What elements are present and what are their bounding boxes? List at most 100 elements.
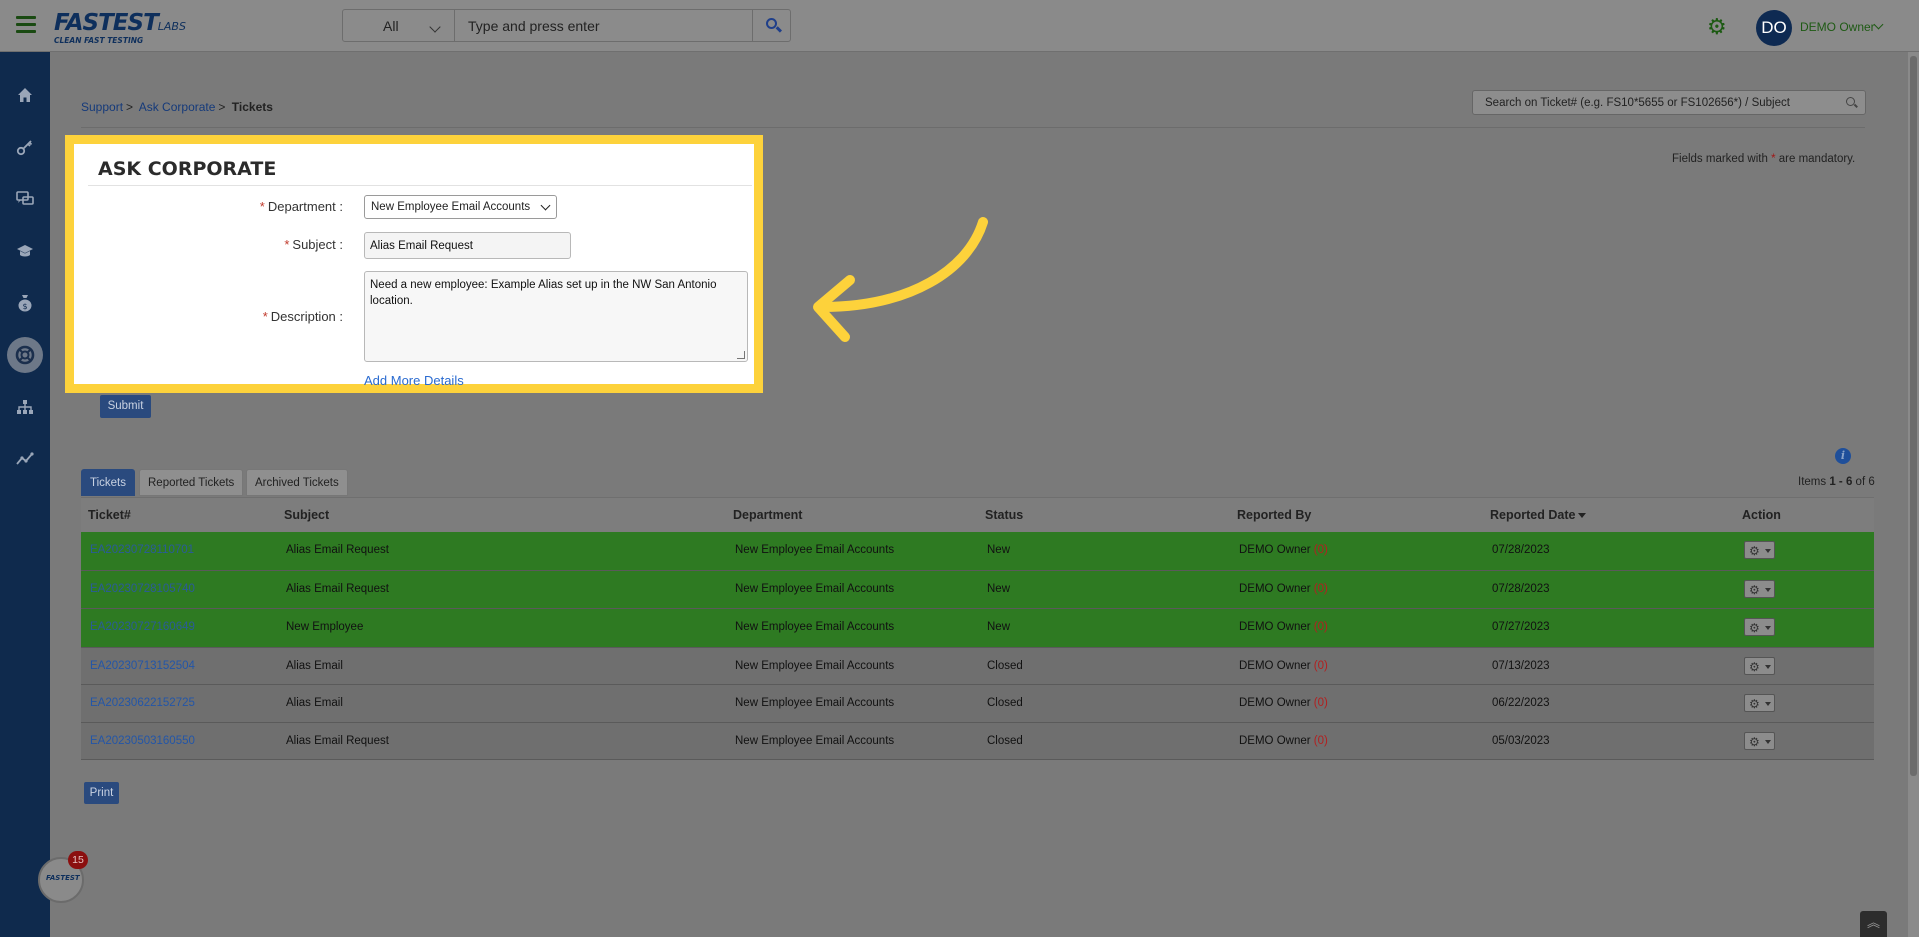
caret-down-icon <box>1765 549 1771 553</box>
col-status[interactable]: Status <box>985 508 1023 522</box>
print-button[interactable]: Print <box>84 782 119 804</box>
tab-archived-tickets[interactable]: Archived Tickets <box>246 469 348 496</box>
logo-tagline: CLEAN FAST TESTING <box>54 36 144 45</box>
tab-tickets[interactable]: Tickets <box>81 469 135 496</box>
ticket-link[interactable]: EA20230728110701 <box>90 544 194 556</box>
back-to-top-icon[interactable]: ︽ <box>1860 911 1887 937</box>
chat-icon[interactable] <box>9 183 41 215</box>
sort-desc-icon <box>1578 513 1587 519</box>
description-label: * Description : <box>262 309 343 324</box>
gear-icon: ⚙ <box>1749 544 1760 558</box>
ticket-date: 05/03/2023 <box>1492 734 1550 747</box>
chevron-down-icon[interactable] <box>1873 19 1884 30</box>
avatar[interactable]: DO <box>1756 10 1792 46</box>
graduation-cap-icon[interactable] <box>9 235 41 267</box>
department-select[interactable]: New Employee Email Accounts <box>364 195 557 219</box>
ticket-department: New Employee Email Accounts <box>735 621 895 633</box>
row-action-gear-button[interactable]: ⚙ <box>1744 541 1775 559</box>
ticket-department: New Employee Email Accounts <box>735 544 895 556</box>
search-input[interactable] <box>455 10 755 41</box>
ticket-status: Closed <box>987 734 1023 747</box>
top-bar: FASTESTLABS CLEAN FAST TESTING All ⚙ DO … <box>0 0 1919 52</box>
search-button[interactable] <box>752 10 790 41</box>
search-scope-select[interactable]: All <box>343 10 455 41</box>
table-row: EA20230727160649 New Employee New Employee… <box>81 609 1874 648</box>
ticket-reported-by: DEMO Owner (0) <box>1239 582 1328 595</box>
breadcrumb-support[interactable]: Support <box>81 100 123 114</box>
caret-down-icon <box>1765 626 1771 630</box>
ticket-department: New Employee Email Accounts <box>735 697 895 709</box>
row-action-gear-button[interactable]: ⚙ <box>1744 656 1775 675</box>
table-row: EA20230728110701 Alias Email Request New E… <box>81 532 1874 571</box>
ticket-subject: Alias Email <box>286 659 343 672</box>
gear-icon: ⚙ <box>1749 697 1760 711</box>
row-action-gear-button[interactable]: ⚙ <box>1744 694 1775 712</box>
org-chart-icon[interactable] <box>9 391 41 423</box>
gear-icon: ⚙ <box>1749 621 1760 635</box>
ticket-reported-by: DEMO Owner (0) <box>1239 544 1328 556</box>
divider <box>81 127 1865 128</box>
ticket-status: Closed <box>987 659 1023 672</box>
home-icon[interactable] <box>9 79 41 111</box>
description-textarea[interactable]: Need a new employee: Example Alias set u… <box>364 271 748 362</box>
ticket-link[interactable]: EA20230622152725 <box>90 697 195 709</box>
chevron-down-icon <box>429 21 441 33</box>
col-department[interactable]: Department <box>733 508 802 522</box>
tab-reported-tickets[interactable]: Reported Tickets <box>139 469 244 496</box>
chat-logo-icon: FASTEST <box>46 874 80 882</box>
settings-gear-icon[interactable]: ⚙ <box>1707 17 1729 39</box>
chevron-down-icon <box>540 200 551 211</box>
form-title: ASK CORPORATE <box>98 158 277 180</box>
breadcrumb: Support > Ask Corporate > Tickets <box>81 100 273 114</box>
ask-corporate-form: ASK CORPORATE * Department : New Employee… <box>65 135 763 393</box>
support-lifebuoy-icon[interactable] <box>7 337 43 373</box>
add-more-details-link[interactable]: Add More Details <box>364 373 464 388</box>
ticket-subject: New Employee <box>286 621 364 633</box>
ticket-subject: Alias Email <box>286 697 343 709</box>
col-reported-date[interactable]: Reported Date <box>1490 508 1587 522</box>
mandatory-note: Fields marked with * are mandatory. <box>1672 153 1856 165</box>
ticket-reported-by: DEMO Owner (0) <box>1239 697 1328 709</box>
global-search: All <box>342 9 791 42</box>
row-action-gear-button[interactable]: ⚙ <box>1744 579 1775 598</box>
table-row: EA20230622152725 Alias Email New Employee … <box>81 685 1874 723</box>
user-menu-name[interactable]: DEMO Owner <box>1800 20 1875 34</box>
col-ticket[interactable]: Ticket# <box>88 508 131 522</box>
ticket-link[interactable]: EA20230503160550 <box>90 735 195 747</box>
col-reported-by[interactable]: Reported By <box>1237 508 1311 522</box>
ticket-date: 06/22/2023 <box>1492 697 1550 709</box>
items-count: Items 1 - 6 of 6 <box>1798 476 1875 488</box>
ticket-status: New <box>987 582 1011 595</box>
row-action-gear-button[interactable]: ⚙ <box>1744 618 1775 636</box>
logo-word: FASTEST <box>54 10 159 36</box>
col-subject[interactable]: Subject <box>284 508 329 522</box>
analytics-icon[interactable] <box>9 443 41 475</box>
ticket-reported-by: DEMO Owner (0) <box>1239 621 1328 633</box>
row-action-gear-button[interactable]: ⚙ <box>1744 731 1775 750</box>
breadcrumb-ask-corporate[interactable]: Ask Corporate <box>139 100 216 114</box>
money-bag-icon[interactable]: $ <box>9 287 41 319</box>
search-icon[interactable] <box>1846 97 1855 106</box>
page-scrollbar-thumb[interactable] <box>1910 56 1917 776</box>
subject-label: * Subject : <box>284 237 343 252</box>
caret-down-icon <box>1765 702 1771 706</box>
key-icon[interactable] <box>9 131 41 163</box>
table-row: EA20230728105740 Alias Email Request New E… <box>81 570 1874 609</box>
hamburger-menu-icon[interactable] <box>16 16 36 33</box>
ticket-search-input[interactable] <box>1473 91 1823 114</box>
ticket-link[interactable]: EA20230713152504 <box>90 660 195 672</box>
subject-input[interactable] <box>364 232 571 259</box>
gear-icon: ⚙ <box>1749 734 1760 749</box>
ticket-department: New Employee Email Accounts <box>735 582 895 595</box>
table-header: Ticket# Subject Department Status Report… <box>81 497 1874 532</box>
ticket-subject: Alias Email Request <box>286 582 389 595</box>
ticket-link[interactable]: EA20230728105740 <box>90 583 195 595</box>
ticket-link[interactable]: EA20230727160649 <box>90 621 195 633</box>
table-row: EA20230713152504 Alias Email New Employee … <box>81 647 1874 685</box>
table-row: EA20230503160550 Alias Email Request New E… <box>81 722 1874 760</box>
info-icon[interactable]: i <box>1835 448 1851 464</box>
fastest-labs-logo[interactable]: FASTESTLABS CLEAN FAST TESTING <box>54 10 186 46</box>
submit-button[interactable]: Submit <box>100 395 151 418</box>
resize-handle[interactable] <box>737 351 745 359</box>
gear-icon: ⚙ <box>1749 582 1760 597</box>
